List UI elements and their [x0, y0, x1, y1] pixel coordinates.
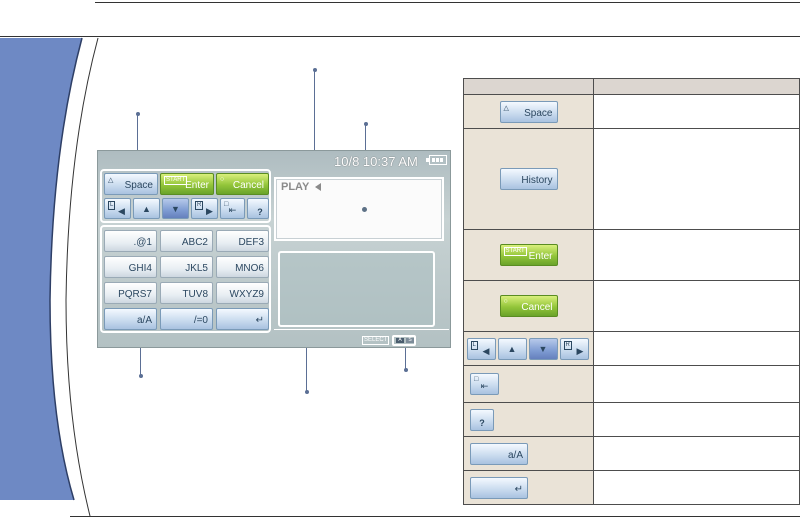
mode-s: S	[406, 338, 414, 343]
keypad-key[interactable]: /=0	[160, 308, 213, 330]
pointer-dot-keypad	[139, 374, 143, 378]
right-arrow-icon: ▶	[206, 206, 213, 216]
triangle-icon: △	[503, 104, 509, 112]
legend-table: △ Space History START Enter ○ Cancel L ◀…	[463, 78, 800, 505]
legend-desc-case	[593, 436, 800, 471]
legend-desc-history	[593, 128, 800, 230]
legend-desc-space	[593, 94, 800, 129]
legend-right-key: R ▶	[559, 337, 589, 360]
legend-cell-help: ?	[463, 402, 594, 437]
section-rule	[0, 36, 800, 37]
triangle-icon: △	[108, 177, 114, 184]
battery-icon	[426, 155, 447, 165]
keypad-key[interactable]: WXYZ9	[216, 282, 269, 304]
entered-text: PLAY	[281, 181, 310, 193]
space-key[interactable]: △ Space	[104, 173, 158, 195]
legend-backspace-key: □ ⇤	[470, 373, 499, 395]
cursor-up-key[interactable]: ▲	[133, 198, 160, 219]
legend-case-key: a/A	[470, 442, 528, 465]
legend-left-key: L ◀	[466, 337, 496, 360]
legend-header-desc	[593, 78, 800, 95]
backspace-key[interactable]: □ ⇤	[220, 198, 245, 219]
keypad-key[interactable]: DEF3	[216, 230, 269, 252]
keypad-key[interactable]: TUV8	[160, 282, 213, 304]
input-mode-indicator: A S	[392, 335, 416, 346]
start-tag: START	[503, 247, 527, 256]
pointer-dot-mode	[404, 368, 408, 372]
start-tag: START	[164, 176, 188, 185]
left-arrow-icon: ◀	[482, 346, 490, 356]
screen-divider	[274, 329, 449, 330]
legend-cell-newline: ↵	[463, 470, 594, 505]
down-arrow-icon: ▼	[538, 343, 548, 354]
up-arrow-icon: ▲	[507, 343, 517, 354]
down-arrow-icon: ▼	[171, 203, 180, 214]
pointer-dot-pred	[305, 390, 309, 394]
keypad-key[interactable]: ↵	[216, 308, 269, 330]
legend-desc-help	[593, 402, 800, 437]
cursor-left-key[interactable]: L ◀	[104, 198, 131, 219]
keypad-key[interactable]: MNO6	[216, 256, 269, 278]
backspace-icon: ⇤	[228, 205, 237, 215]
predictive-text-area[interactable]	[278, 251, 435, 327]
select-tag: SELECT	[362, 336, 390, 345]
legend-cell-backspace: □ ⇤	[463, 365, 594, 403]
square-icon: □	[224, 201, 229, 208]
text-cursor	[315, 183, 321, 191]
keypad-group: .@1 ABC2 DEF3 GHI4 JKL5 MNO6 PQRS7 TUV8 WXYZ9 a/A…	[100, 225, 271, 333]
legend-down-key: ▼	[528, 337, 558, 360]
legend-cell-nav: L ◀ ▲ ▼ R ▶	[463, 331, 594, 366]
text-entry-area[interactable]: PLAY	[274, 177, 444, 241]
legend-history-key: History	[499, 168, 558, 190]
up-arrow-icon: ▲	[142, 203, 151, 214]
backspace-icon: ⇤	[480, 381, 489, 391]
psp-screen: 10/8 10:37 AM △ Space START Enter ○ Canc…	[97, 150, 451, 348]
legend-desc-newline	[593, 470, 800, 505]
circle-icon: ○	[503, 298, 508, 305]
legend-cell-cancel: ○ Cancel	[463, 280, 594, 332]
legend-space-key: △ Space	[499, 100, 558, 123]
legend-cancel-key: ○ Cancel	[499, 295, 558, 317]
circle-icon: ○	[220, 176, 225, 183]
right-arrow-icon: ▶	[576, 346, 584, 356]
legend-desc-cancel	[593, 280, 800, 332]
cursor-down-key[interactable]: ▼	[162, 198, 189, 219]
keypad-key[interactable]: .@1	[104, 230, 157, 252]
enter-key[interactable]: START Enter	[160, 173, 214, 195]
keypad-key[interactable]: ABC2	[160, 230, 213, 252]
legend-desc-nav	[593, 331, 800, 366]
legend-cell-space: △ Space	[463, 94, 594, 129]
side-tab	[0, 37, 99, 517]
clock: 10/8 10:37 AM	[334, 154, 418, 169]
left-arrow-icon: ◀	[118, 206, 125, 216]
keypad-key[interactable]: GHI4	[104, 256, 157, 278]
legend-desc-enter	[593, 229, 800, 281]
legend-nav-keys: L ◀ ▲ ▼ R ▶	[466, 337, 591, 360]
legend-enter-key: START Enter	[499, 244, 558, 266]
top-rule	[95, 2, 800, 3]
bottom-rule	[70, 516, 800, 517]
legend-desc-backspace	[593, 365, 800, 403]
keypad-key[interactable]: PQRS7	[104, 282, 157, 304]
cursor-right-key[interactable]: R ▶	[191, 198, 218, 219]
square-icon: □	[474, 376, 479, 383]
legend-up-key: ▲	[497, 337, 527, 360]
legend-cell-case: a/A	[463, 436, 594, 471]
keypad-key[interactable]: JKL5	[160, 256, 213, 278]
legend-cell-enter: START Enter	[463, 229, 594, 281]
control-keys-group: △ Space START Enter ○ Cancel L ◀ ▲ ▼ R ▶ □…	[100, 169, 271, 223]
keypad-key[interactable]: a/A	[104, 308, 157, 330]
mode-a: A	[396, 338, 404, 343]
legend-newline-key: ↵	[470, 476, 528, 499]
entry-marker-dot	[362, 207, 367, 212]
legend-header-key	[463, 78, 594, 95]
cancel-key[interactable]: ○ Cancel	[216, 173, 269, 195]
legend-cell-history: History	[463, 128, 594, 230]
legend-help-key: ?	[470, 408, 494, 431]
help-key[interactable]: ?	[247, 198, 269, 219]
